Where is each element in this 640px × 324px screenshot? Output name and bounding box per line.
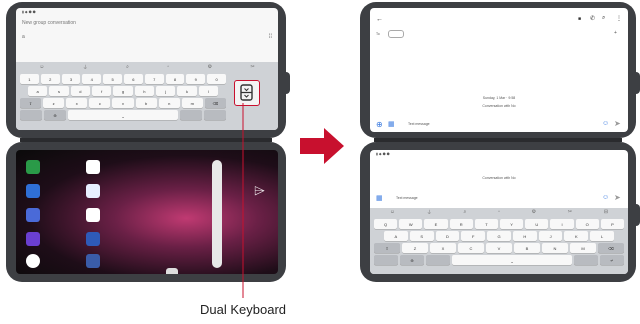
settings-icon[interactable]: ⚙ bbox=[532, 209, 536, 217]
key[interactable]: E bbox=[424, 219, 448, 229]
key[interactable]: L bbox=[590, 231, 615, 241]
key[interactable]: H bbox=[512, 231, 537, 241]
key[interactable]: W bbox=[399, 219, 423, 229]
info-label: Conversation with No bbox=[482, 176, 516, 180]
key[interactable]: V bbox=[486, 243, 512, 253]
key[interactable]: M bbox=[570, 243, 596, 253]
key[interactable]: X bbox=[430, 243, 456, 253]
key[interactable]: Q bbox=[374, 219, 398, 229]
search-icon[interactable]: ⌕ bbox=[464, 209, 467, 217]
mic-icon[interactable]: ⏚ bbox=[427, 209, 432, 217]
gallery-icon[interactable]: ▦ bbox=[376, 194, 383, 202]
send-icon[interactable]: ➤ bbox=[614, 193, 621, 202]
right-bottom-device: ▮ ◆ ⬢ ⬢ Conversation with No ▦ Text mess… bbox=[360, 142, 640, 282]
emoji-icon[interactable]: ☺ bbox=[390, 209, 395, 217]
enter-key[interactable]: ↵ bbox=[600, 255, 624, 265]
send-icon[interactable]: ➤ bbox=[614, 119, 621, 128]
key[interactable]: F bbox=[461, 231, 486, 241]
date-label: Sunday, 1 Mar · 9:58 bbox=[482, 96, 516, 100]
right-keyboard: ☺ ⏚ ⌕ ▫ ⚙ ✂ ⊟ Q W E R T Y U I O P A S D … bbox=[370, 208, 628, 274]
keyboard-screen: ▮ ◆ ⬢ ⬢ Conversation with No ▦ Text mess… bbox=[370, 150, 628, 274]
status-bar: ▮ ◆ ⬢ ⬢ bbox=[376, 152, 390, 156]
space-key[interactable]: ⎵ bbox=[452, 255, 572, 265]
camera-notch bbox=[632, 204, 640, 226]
key[interactable]: R bbox=[449, 219, 473, 229]
key[interactable]: G bbox=[487, 231, 511, 241]
gif-icon[interactable]: ▫ bbox=[498, 209, 500, 217]
keyboard-toolbar: ☺ ⏚ ⌕ ▫ ⚙ ✂ ⊟ bbox=[374, 209, 624, 217]
key-row-1: Q W E R T Y U I O P bbox=[374, 219, 625, 229]
camera-notch bbox=[632, 72, 640, 94]
key[interactable]: D bbox=[435, 231, 460, 241]
add-attachment-icon[interactable]: ⊕ bbox=[376, 120, 383, 129]
key[interactable]: K bbox=[564, 231, 589, 241]
right-top-device: ← ■ ✆ ⌕ ⋮ To + Sunday, 1 Mar · 9:58 Conv… bbox=[360, 2, 640, 138]
video-icon[interactable]: ■ bbox=[578, 16, 581, 22]
conversation-screen: ← ■ ✆ ⌕ ⋮ To + Sunday, 1 Mar · 9:58 Conv… bbox=[370, 8, 628, 132]
compose-field[interactable]: Text message bbox=[396, 196, 418, 200]
call-icon[interactable]: ✆ bbox=[590, 15, 595, 22]
key-row-4: ⊕ ⎵ ↵ bbox=[374, 255, 624, 265]
shift-key[interactable]: ⇧ bbox=[374, 243, 400, 253]
key[interactable]: A bbox=[384, 231, 408, 241]
comma-key[interactable] bbox=[426, 255, 450, 265]
more-icon[interactable]: ⋮ bbox=[616, 15, 622, 22]
key-row-3: ⇧ Z X C V B N M ⌫ bbox=[374, 243, 624, 253]
emoji-icon[interactable]: ☺ bbox=[602, 194, 609, 201]
recipient-chip[interactable] bbox=[388, 30, 404, 38]
key[interactable]: S bbox=[409, 231, 434, 241]
backspace-key[interactable]: ⌫ bbox=[598, 243, 624, 253]
symbols-key[interactable] bbox=[374, 255, 398, 265]
gallery-icon[interactable]: ▦ bbox=[388, 120, 395, 128]
key[interactable]: Z bbox=[402, 243, 428, 253]
key[interactable]: Y bbox=[500, 219, 524, 229]
key[interactable]: N bbox=[542, 243, 568, 253]
to-field[interactable]: To bbox=[376, 32, 380, 36]
arrow-icon bbox=[300, 128, 344, 164]
dual-keyboard-icon[interactable]: ⊟ bbox=[604, 209, 608, 217]
key[interactable]: P bbox=[600, 219, 625, 229]
key[interactable]: O bbox=[575, 219, 599, 229]
key-row-2: A S D F G H J K L bbox=[374, 231, 624, 241]
period-key[interactable] bbox=[574, 255, 598, 265]
emoji-icon[interactable]: ☺ bbox=[602, 120, 609, 127]
key[interactable]: C bbox=[458, 243, 484, 253]
clip-icon[interactable]: ✂ bbox=[568, 209, 572, 217]
back-icon[interactable]: ← bbox=[376, 16, 383, 23]
info-label: Conversation with No bbox=[482, 104, 516, 108]
callout-caption: Dual Keyboard bbox=[200, 302, 286, 317]
key[interactable]: T bbox=[474, 219, 499, 229]
add-recipient-icon[interactable]: + bbox=[614, 30, 617, 36]
search-icon[interactable]: ⌕ bbox=[602, 15, 605, 22]
key[interactable]: B bbox=[514, 243, 540, 253]
key[interactable]: U bbox=[525, 219, 549, 229]
globe-key[interactable]: ⊕ bbox=[400, 255, 424, 265]
key[interactable]: I bbox=[550, 219, 574, 229]
key[interactable]: J bbox=[538, 231, 563, 241]
compose-field[interactable]: Text message bbox=[408, 122, 430, 126]
